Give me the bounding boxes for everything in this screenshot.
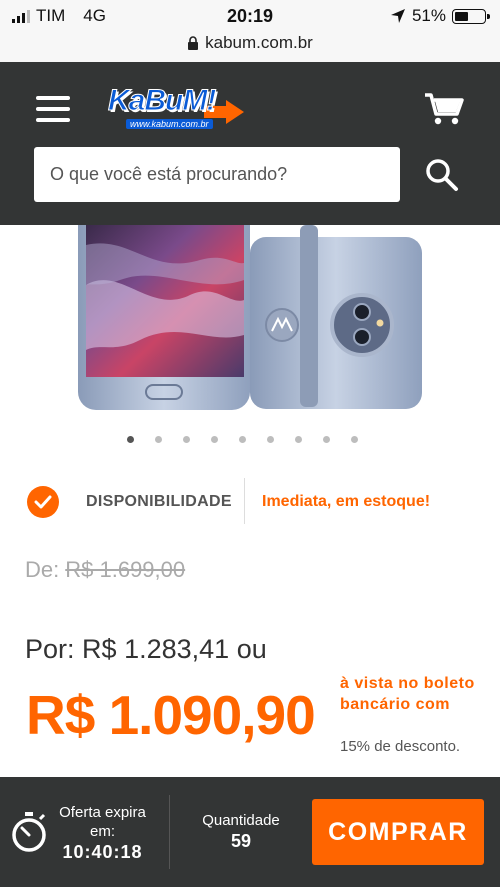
quantity-label: Quantidade <box>202 812 280 829</box>
gallery-dot[interactable] <box>238 436 246 443</box>
offer-label: Oferta expira em: <box>59 804 146 840</box>
logo-subtext: www.kabum.com.br <box>126 119 213 129</box>
logo-text: KaBuM! <box>107 84 216 118</box>
search-icon[interactable] <box>422 155 462 195</box>
divider <box>244 478 245 524</box>
gallery-dot[interactable] <box>126 436 134 443</box>
offer-time: 10:40:18 <box>62 842 143 862</box>
check-icon <box>27 486 59 518</box>
battery-icon <box>452 8 490 24</box>
footer-divider <box>169 795 170 869</box>
installment-price-row: Por: R$ 1.283,41 ou <box>25 634 267 665</box>
menu-icon[interactable] <box>36 96 70 122</box>
offer-timer: Oferta expira em: 10:40:18 <box>55 803 150 862</box>
status-bar: TIM 4G 20:19 51% kabum.com.br <box>0 0 500 62</box>
stopwatch-icon <box>12 812 46 852</box>
url-text: kabum.com.br <box>205 33 313 52</box>
url-bar[interactable]: kabum.com.br <box>0 33 500 53</box>
gallery-dot[interactable] <box>266 436 274 443</box>
phone-image <box>78 225 422 410</box>
site-header: KaBuM! www.kabum.com.br <box>0 62 500 225</box>
lock-icon <box>188 36 199 50</box>
battery-percent: 51% <box>411 6 446 25</box>
gallery-dot[interactable] <box>154 436 162 443</box>
buy-button[interactable]: COMPRAR <box>312 799 484 865</box>
gallery-dot[interactable] <box>322 436 330 443</box>
cart-icon[interactable] <box>424 92 464 126</box>
old-price-row: De: R$ 1.699,00 <box>25 557 185 583</box>
ou-label: ou <box>236 634 267 664</box>
kabum-logo[interactable]: KaBuM! www.kabum.com.br <box>107 82 244 134</box>
por-price: R$ 1.283,41 <box>82 634 230 664</box>
discount-note: 15% de desconto. <box>340 738 461 755</box>
cash-note: à vista no boleto bancário com <box>340 675 475 713</box>
old-price-label: De: <box>25 557 60 582</box>
product-image[interactable] <box>0 225 500 425</box>
por-label: Por: <box>25 634 75 664</box>
gallery-dot[interactable] <box>350 436 358 443</box>
location-arrow-icon <box>390 9 405 23</box>
quantity-info: Quantidade 59 <box>196 812 286 852</box>
availability-label: DISPONIBILIDADE <box>86 493 232 510</box>
gallery-dots <box>0 436 492 443</box>
gallery-dot[interactable] <box>210 436 218 443</box>
search-input[interactable] <box>34 147 400 202</box>
gallery-dot[interactable] <box>294 436 302 443</box>
availability-value: Imediata, em estoque! <box>262 493 431 510</box>
old-price: R$ 1.699,00 <box>65 557 186 582</box>
purchase-bar: Oferta expira em: 10:40:18 Quantidade 59… <box>0 777 500 887</box>
availability-row: DISPONIBILIDADE Imediata, em estoque! <box>0 478 500 526</box>
gallery-dot[interactable] <box>182 436 190 443</box>
cash-price: R$ 1.090,90 <box>26 684 316 746</box>
battery-info: 51% <box>390 6 490 26</box>
quantity-value: 59 <box>230 831 252 851</box>
